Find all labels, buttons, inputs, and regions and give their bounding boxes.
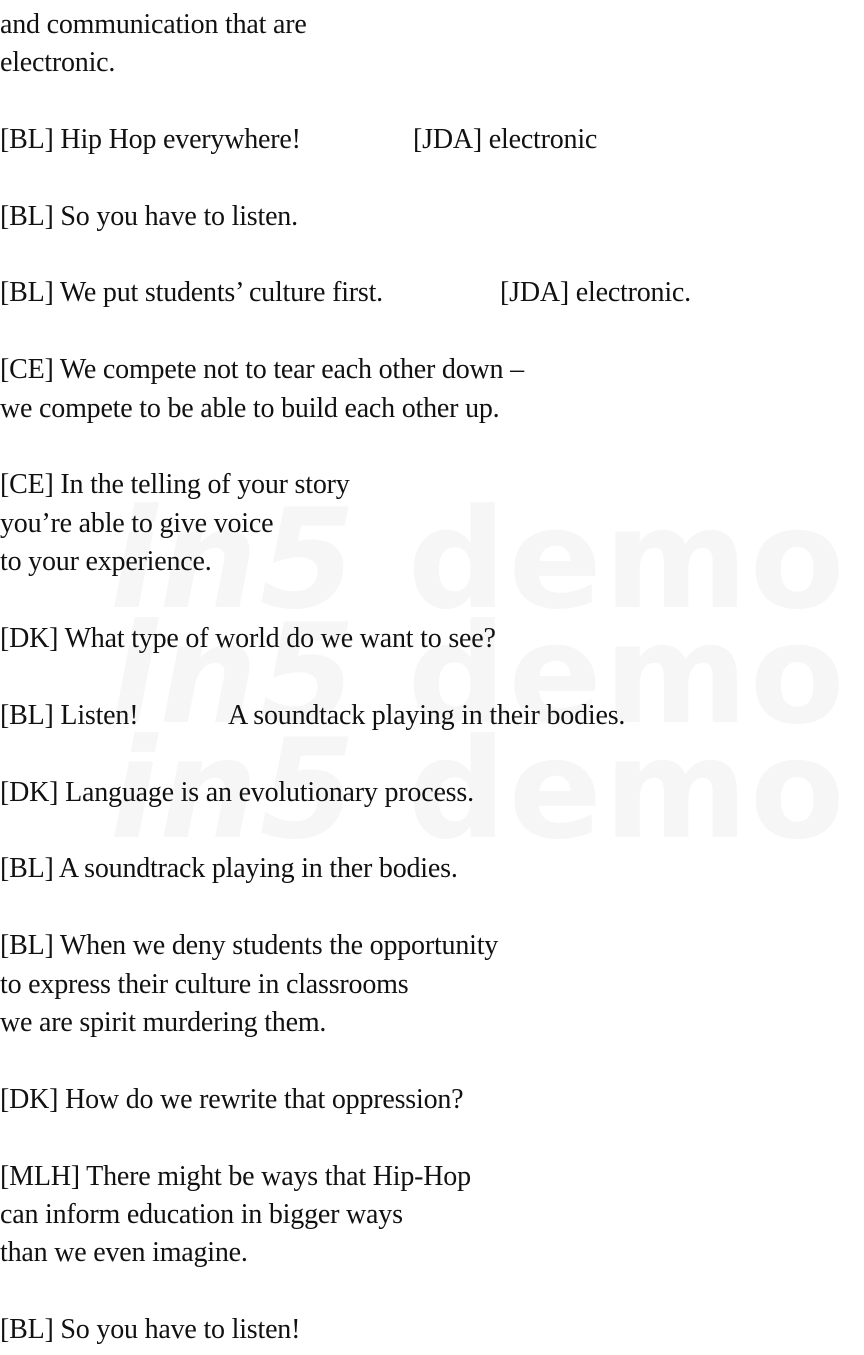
- text-line: [DK] Language is an evolutionary process…: [0, 777, 474, 808]
- text-line: and communication that are: [0, 9, 307, 40]
- text-line: [MLH] There might be ways that Hip-Hop: [0, 1161, 471, 1192]
- text-line: [BL] Listen!: [0, 700, 139, 731]
- text-line: [DK] How do we rewrite that oppression?: [0, 1084, 464, 1115]
- text-line: [DK] What type of world do we want to se…: [0, 623, 496, 654]
- text-line: [JDA] electronic.: [500, 277, 691, 308]
- text-line: electronic.: [0, 47, 116, 78]
- text-line: [BL] So you have to listen.: [0, 201, 298, 232]
- text-line: to your experience.: [0, 546, 212, 577]
- text-line: you’re able to give voice: [0, 508, 274, 539]
- text-line: than we even imagine.: [0, 1237, 248, 1268]
- text-line: [CE] In the telling of your story: [0, 469, 350, 500]
- text-line: we compete to be able to build each othe…: [0, 393, 500, 424]
- text-line: [CE] We compete not to tear each other d…: [0, 354, 524, 385]
- text-line: [BL] Hip Hop everywhere!: [0, 124, 301, 155]
- text-line: [BL] A soundtrack playing in ther bodies…: [0, 853, 458, 884]
- text-line: [BL] We put students’ culture first.: [0, 277, 383, 308]
- document-page: in5 demo in5 demo in5 demo and communica…: [0, 0, 864, 1355]
- text-line: [BL] When we deny students the opportuni…: [0, 930, 499, 961]
- text-line: can inform education in bigger ways: [0, 1199, 403, 1230]
- text-line: [JDA] electronic: [413, 124, 598, 155]
- text-line: we are spirit murdering them.: [0, 1007, 327, 1038]
- text-line: to express their culture in classrooms: [0, 969, 409, 1000]
- text-line: [BL] So you have to listen!: [0, 1314, 301, 1345]
- text-line: A soundtack playing in their bodies.: [228, 700, 626, 731]
